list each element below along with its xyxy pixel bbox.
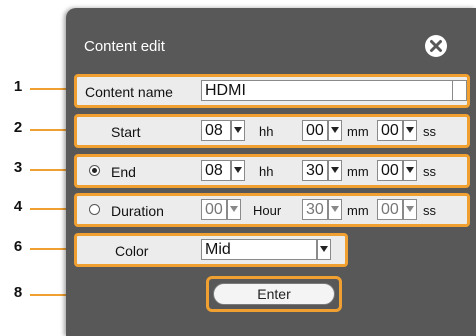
duration-hour-chevron-down-icon[interactable] [227, 199, 241, 220]
enter-button[interactable]: Enter [213, 283, 335, 305]
end-mm-unit: mm [347, 164, 369, 179]
duration-label: Duration [111, 203, 164, 219]
duration-ss-unit: ss [423, 203, 436, 218]
callout-2: 2 [13, 119, 23, 136]
duration-ss-chevron-down-icon[interactable] [403, 199, 417, 220]
color-chevron-down-icon[interactable] [317, 239, 331, 260]
end-ss-chevron-down-icon[interactable] [403, 160, 417, 181]
end-ss-select[interactable]: 00 [377, 160, 403, 181]
end-hh-unit: hh [259, 164, 274, 179]
start-ss-unit: ss [423, 124, 436, 139]
duration-mm-select[interactable]: 30 [302, 199, 328, 220]
end-hh-chevron-down-icon[interactable] [231, 160, 245, 181]
start-label: Start [111, 124, 141, 140]
close-icon[interactable] [424, 34, 448, 58]
duration-row: Duration 00 Hour 30 mm 00 ss [74, 193, 470, 227]
start-ss-chevron-down-icon[interactable] [403, 120, 417, 141]
start-hh-unit: hh [259, 124, 274, 139]
callout-8: 8 [13, 284, 23, 301]
enter-button-frame: Enter [206, 276, 342, 312]
content-name-field-end [453, 80, 467, 101]
duration-radio[interactable] [89, 204, 100, 215]
content-name-row: Content name HDMI [74, 74, 470, 108]
end-label: End [111, 164, 136, 180]
color-select[interactable]: Mid [201, 239, 317, 260]
duration-hour-select[interactable]: 00 [201, 199, 227, 220]
callout-6: 6 [13, 238, 23, 255]
callout-4: 4 [13, 198, 23, 215]
end-radio[interactable] [89, 165, 100, 176]
content-name-input[interactable]: HDMI [201, 80, 453, 101]
start-row: Start 08 hh 00 mm 00 ss [74, 114, 470, 148]
end-mm-chevron-down-icon[interactable] [328, 160, 342, 181]
color-row: Color Mid [74, 233, 348, 267]
start-hh-chevron-down-icon[interactable] [231, 120, 245, 141]
end-row: End 08 hh 30 mm 00 ss [74, 154, 470, 188]
start-mm-chevron-down-icon[interactable] [328, 120, 342, 141]
start-ss-select[interactable]: 00 [377, 120, 403, 141]
start-hh-select[interactable]: 08 [201, 120, 231, 141]
callout-3: 3 [13, 159, 23, 176]
content-name-label: Content name [85, 84, 173, 100]
duration-mm-unit: mm [347, 203, 369, 218]
start-mm-select[interactable]: 00 [302, 120, 328, 141]
start-mm-unit: mm [347, 124, 369, 139]
color-label: Color [115, 243, 149, 259]
duration-mm-chevron-down-icon[interactable] [328, 199, 342, 220]
duration-ss-select[interactable]: 00 [377, 199, 403, 220]
duration-hour-unit: Hour [253, 203, 282, 218]
callout-1: 1 [13, 78, 23, 95]
dialog-title: Content edit [84, 38, 165, 55]
end-mm-select[interactable]: 30 [302, 160, 328, 181]
end-ss-unit: ss [423, 164, 436, 179]
end-hh-select[interactable]: 08 [201, 160, 231, 181]
